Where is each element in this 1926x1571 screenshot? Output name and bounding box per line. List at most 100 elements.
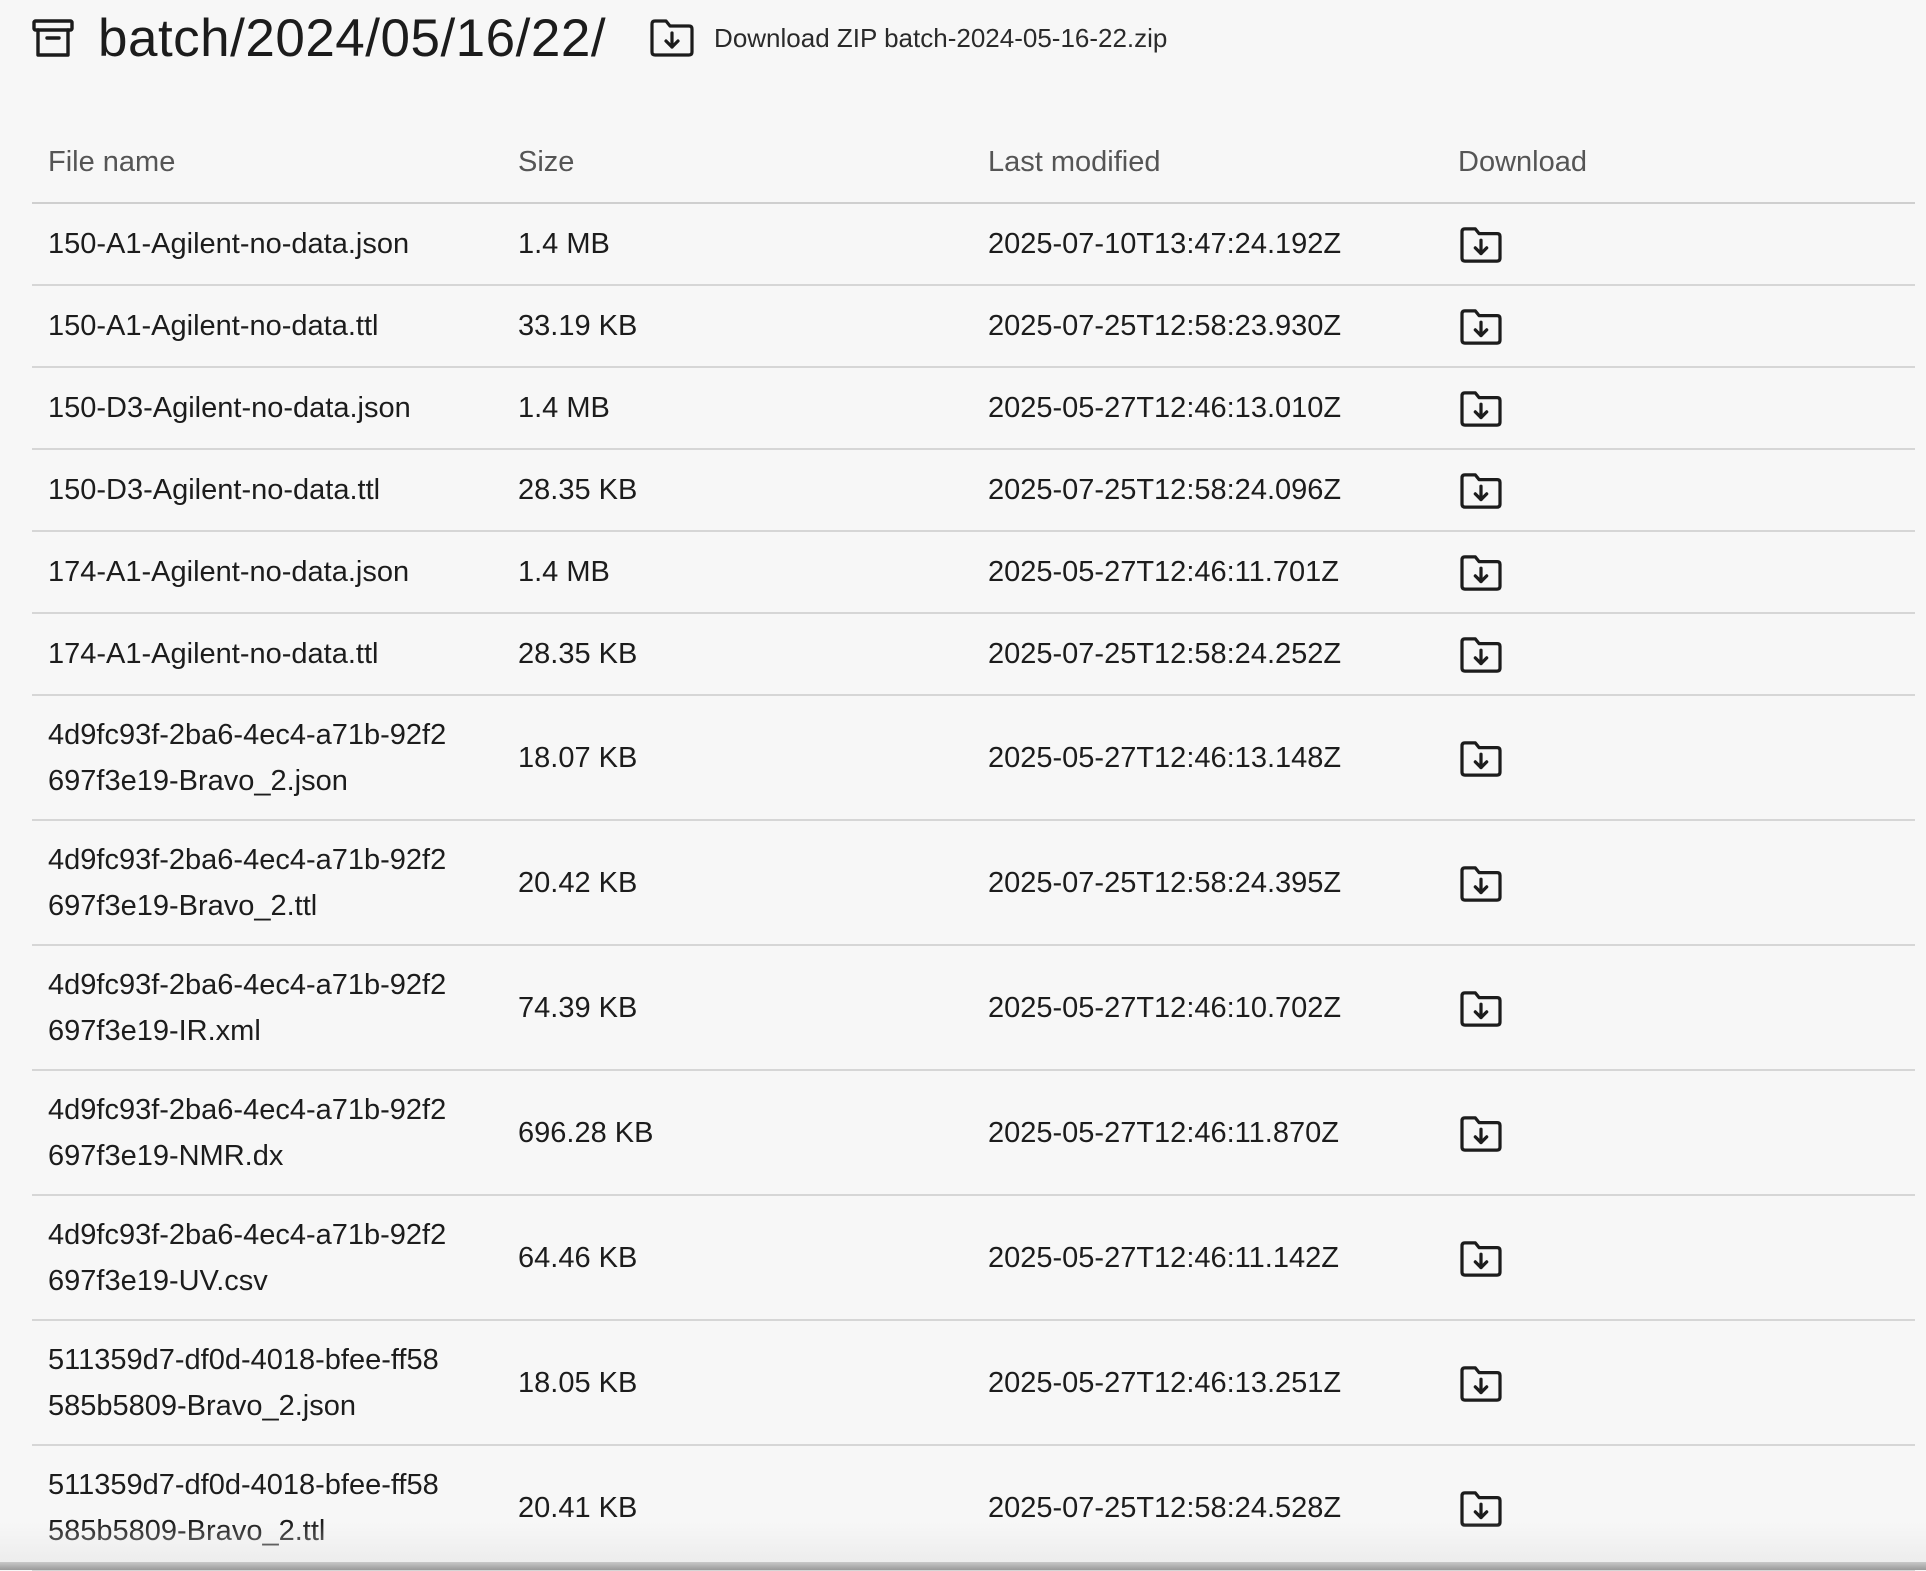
download-zip-label: Download ZIP batch-2024-05-16-22.zip (714, 22, 1168, 53)
page-header: batch/2024/05/16/22/ Download ZIP batch-… (30, 0, 1167, 76)
folder-download-icon[interactable] (1458, 1238, 1504, 1280)
folder-download-icon (648, 17, 696, 59)
file-name-cell: 511359d7-df0d-4018-bfee-ff58585b5809-Bra… (32, 1445, 502, 1571)
file-last-modified: 2025-05-27T12:46:11.142Z (972, 1195, 1442, 1321)
download-cell (1442, 1070, 1915, 1196)
file-last-modified: 2025-07-25T12:58:24.096Z (972, 449, 1442, 532)
folder-download-icon[interactable] (1458, 470, 1504, 512)
file-name-cell: 150-A1-Agilent-no-data.ttl (32, 285, 502, 368)
file-name-cell: 174-A1-Agilent-no-data.json (32, 531, 502, 614)
file-name[interactable]: 4d9fc93f-2ba6-4ec4-a71b-92f2697f3e19-NMR… (48, 1087, 448, 1179)
file-last-modified: 2025-07-25T12:58:24.395Z (972, 820, 1442, 946)
file-last-modified: 2025-07-25T12:58:23.930Z (972, 285, 1442, 368)
download-cell (1442, 1195, 1915, 1321)
table-row: 4d9fc93f-2ba6-4ec4-a71b-92f2697f3e19-Bra… (32, 695, 1915, 821)
file-last-modified: 2025-05-27T12:46:10.702Z (972, 945, 1442, 1071)
table-row: 511359d7-df0d-4018-bfee-ff58585b5809-Bra… (32, 1445, 1915, 1571)
table-row: 150-A1-Agilent-no-data.json 1.4 MB 2025-… (32, 203, 1915, 286)
folder-download-icon[interactable] (1458, 552, 1504, 594)
file-name[interactable]: 4d9fc93f-2ba6-4ec4-a71b-92f2697f3e19-Bra… (48, 837, 448, 929)
table-row: 174-A1-Agilent-no-data.ttl 28.35 KB 2025… (32, 613, 1915, 696)
file-name-cell: 4d9fc93f-2ba6-4ec4-a71b-92f2697f3e19-UV.… (32, 1195, 502, 1321)
file-name-cell: 4d9fc93f-2ba6-4ec4-a71b-92f2697f3e19-Bra… (32, 820, 502, 946)
file-name[interactable]: 150-D3-Agilent-no-data.ttl (48, 467, 448, 513)
folder-download-icon[interactable] (1458, 634, 1504, 676)
file-name-cell: 174-A1-Agilent-no-data.ttl (32, 613, 502, 696)
file-size: 1.4 MB (502, 367, 972, 450)
table-row: 511359d7-df0d-4018-bfee-ff58585b5809-Bra… (32, 1320, 1915, 1446)
table-row: 4d9fc93f-2ba6-4ec4-a71b-92f2697f3e19-NMR… (32, 1070, 1915, 1196)
file-name-cell: 150-A1-Agilent-no-data.json (32, 203, 502, 286)
download-cell (1442, 695, 1915, 821)
download-cell (1442, 203, 1915, 286)
file-name[interactable]: 4d9fc93f-2ba6-4ec4-a71b-92f2697f3e19-Bra… (48, 712, 448, 804)
file-name[interactable]: 4d9fc93f-2ba6-4ec4-a71b-92f2697f3e19-IR.… (48, 962, 448, 1054)
table-row: 150-A1-Agilent-no-data.ttl 33.19 KB 2025… (32, 285, 1915, 368)
file-name-cell: 4d9fc93f-2ba6-4ec4-a71b-92f2697f3e19-NMR… (32, 1070, 502, 1196)
file-size: 64.46 KB (502, 1195, 972, 1321)
folder-download-icon[interactable] (1458, 1113, 1504, 1155)
file-name[interactable]: 174-A1-Agilent-no-data.json (48, 549, 448, 595)
download-cell (1442, 1445, 1915, 1571)
table-row: 4d9fc93f-2ba6-4ec4-a71b-92f2697f3e19-IR.… (32, 945, 1915, 1071)
table-row: 4d9fc93f-2ba6-4ec4-a71b-92f2697f3e19-Bra… (32, 820, 1915, 946)
file-size: 33.19 KB (502, 285, 972, 368)
file-last-modified: 2025-07-25T12:58:24.252Z (972, 613, 1442, 696)
file-name[interactable]: 4d9fc93f-2ba6-4ec4-a71b-92f2697f3e19-UV.… (48, 1212, 448, 1304)
file-name-cell: 150-D3-Agilent-no-data.ttl (32, 449, 502, 532)
download-cell (1442, 820, 1915, 946)
file-last-modified: 2025-05-27T12:46:13.148Z (972, 695, 1442, 821)
file-size: 28.35 KB (502, 449, 972, 532)
table-row: 150-D3-Agilent-no-data.ttl 28.35 KB 2025… (32, 449, 1915, 532)
file-name[interactable]: 174-A1-Agilent-no-data.ttl (48, 631, 448, 677)
download-zip-link[interactable]: Download ZIP batch-2024-05-16-22.zip (648, 17, 1167, 59)
file-size: 28.35 KB (502, 613, 972, 696)
file-name[interactable]: 150-A1-Agilent-no-data.json (48, 221, 448, 267)
file-last-modified: 2025-05-27T12:46:13.251Z (972, 1320, 1442, 1446)
download-cell (1442, 1320, 1915, 1446)
page-title: batch/2024/05/16/22/ (98, 8, 607, 68)
file-last-modified: 2025-05-27T12:46:11.701Z (972, 531, 1442, 614)
table-row: 150-D3-Agilent-no-data.json 1.4 MB 2025-… (32, 367, 1915, 450)
download-cell (1442, 945, 1915, 1071)
file-name[interactable]: 511359d7-df0d-4018-bfee-ff58585b5809-Bra… (48, 1337, 448, 1429)
table-header-row: File name Size Last modified Download (32, 122, 1915, 204)
download-cell (1442, 449, 1915, 532)
file-size: 1.4 MB (502, 203, 972, 286)
folder-download-icon[interactable] (1458, 1488, 1504, 1530)
download-cell (1442, 285, 1915, 368)
file-name-cell: 150-D3-Agilent-no-data.json (32, 367, 502, 450)
file-size: 1.4 MB (502, 531, 972, 614)
folder-download-icon[interactable] (1458, 1363, 1504, 1405)
folder-download-icon[interactable] (1458, 224, 1504, 266)
file-last-modified: 2025-05-27T12:46:13.010Z (972, 367, 1442, 450)
folder-download-icon[interactable] (1458, 388, 1504, 430)
file-size: 20.42 KB (502, 820, 972, 946)
file-last-modified: 2025-05-27T12:46:11.870Z (972, 1070, 1442, 1196)
download-cell (1442, 531, 1915, 614)
file-name-cell: 511359d7-df0d-4018-bfee-ff58585b5809-Bra… (32, 1320, 502, 1446)
folder-download-icon[interactable] (1458, 988, 1504, 1030)
file-name[interactable]: 511359d7-df0d-4018-bfee-ff58585b5809-Bra… (48, 1462, 448, 1554)
horizontal-scrollbar[interactable] (0, 1562, 1926, 1570)
file-name-cell: 4d9fc93f-2ba6-4ec4-a71b-92f2697f3e19-IR.… (32, 945, 502, 1071)
file-size: 18.05 KB (502, 1320, 972, 1446)
column-header-file-name: File name (32, 122, 502, 204)
file-table: File name Size Last modified Download 15… (32, 122, 1915, 1571)
download-cell (1442, 613, 1915, 696)
file-last-modified: 2025-07-10T13:47:24.192Z (972, 203, 1442, 286)
column-header-size: Size (502, 122, 972, 204)
folder-download-icon[interactable] (1458, 863, 1504, 905)
table-row: 4d9fc93f-2ba6-4ec4-a71b-92f2697f3e19-UV.… (32, 1195, 1915, 1321)
folder-download-icon[interactable] (1458, 738, 1504, 780)
column-header-download: Download (1442, 122, 1915, 204)
table-row: 174-A1-Agilent-no-data.json 1.4 MB 2025-… (32, 531, 1915, 614)
file-name[interactable]: 150-D3-Agilent-no-data.json (48, 385, 448, 431)
file-name[interactable]: 150-A1-Agilent-no-data.ttl (48, 303, 448, 349)
folder-download-icon[interactable] (1458, 306, 1504, 348)
file-name-cell: 4d9fc93f-2ba6-4ec4-a71b-92f2697f3e19-Bra… (32, 695, 502, 821)
file-size: 18.07 KB (502, 695, 972, 821)
file-last-modified: 2025-07-25T12:58:24.528Z (972, 1445, 1442, 1571)
download-cell (1442, 367, 1915, 450)
column-header-last-modified: Last modified (972, 122, 1442, 204)
